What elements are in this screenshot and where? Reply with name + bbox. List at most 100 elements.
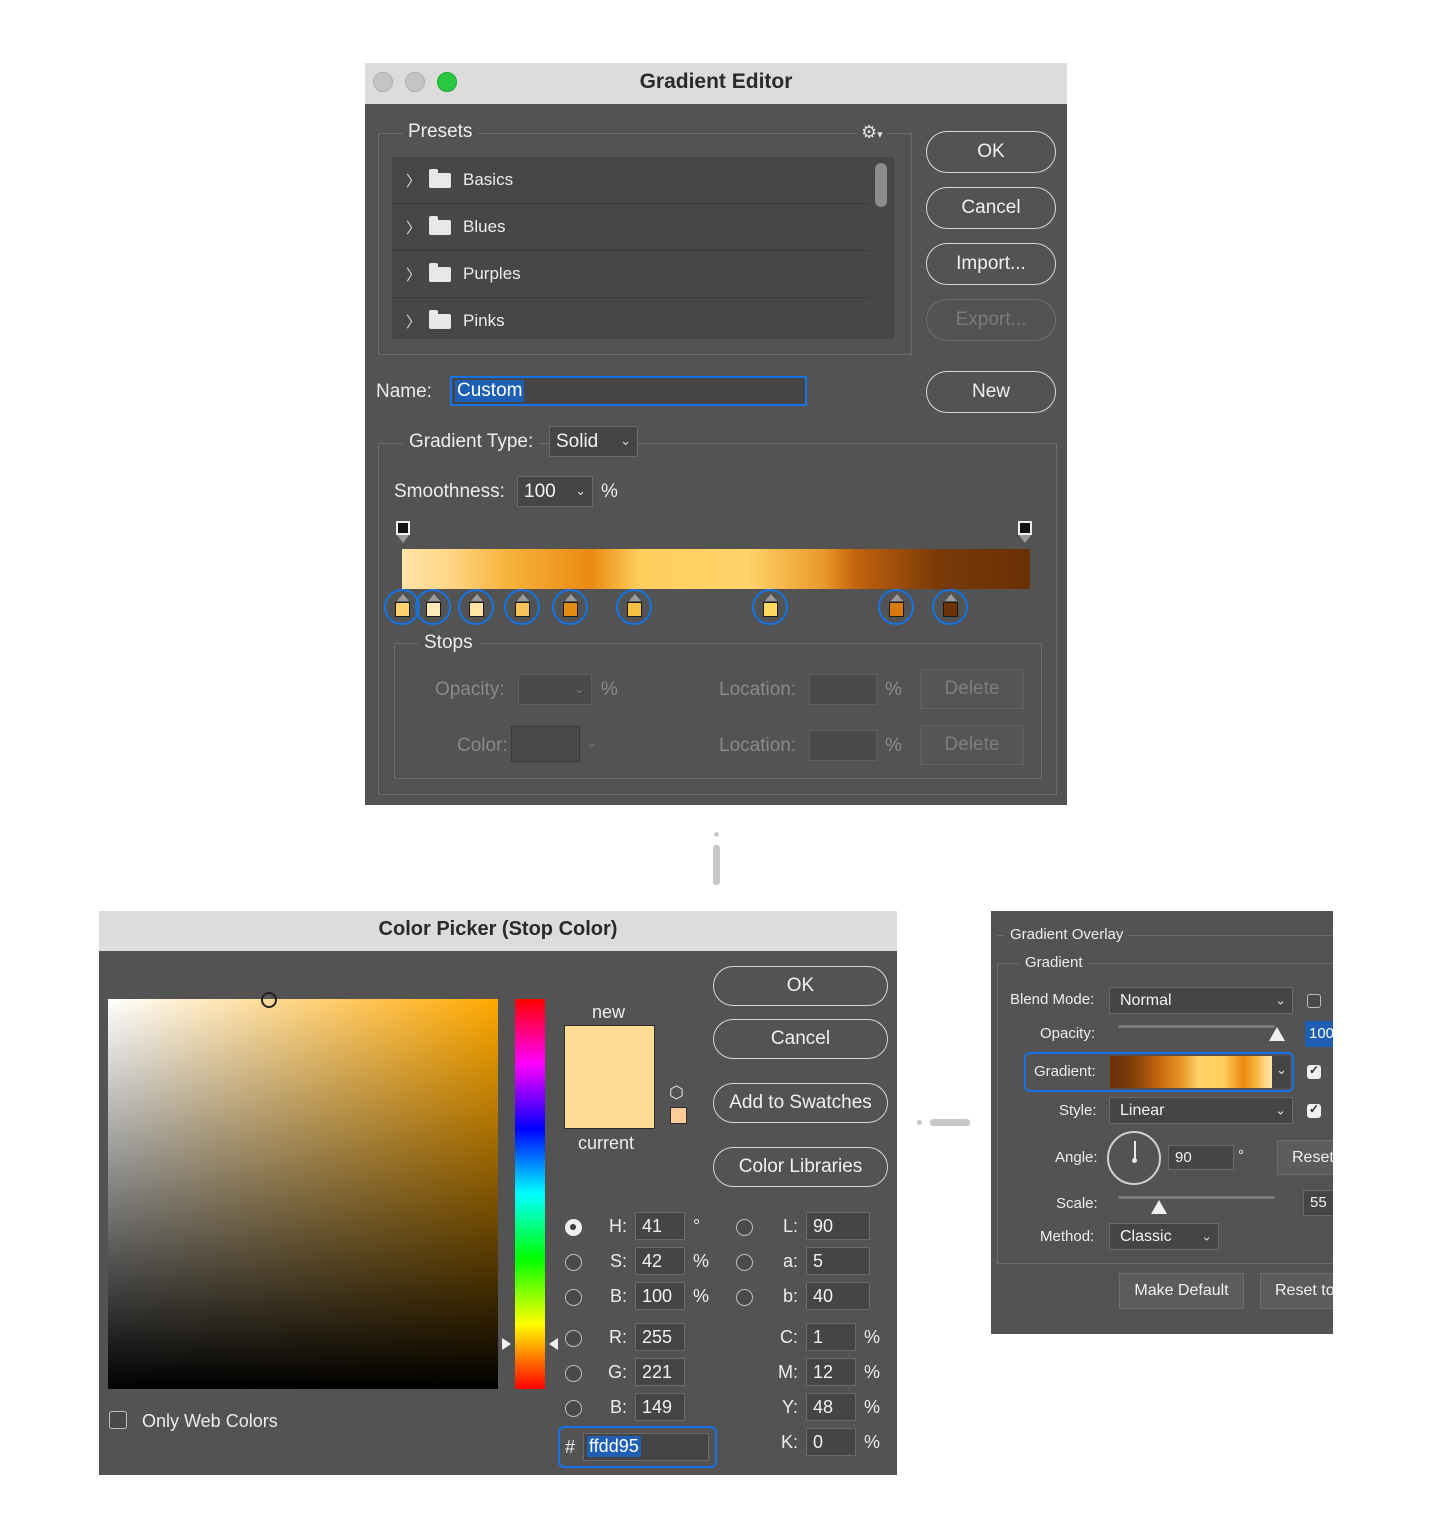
angle-input[interactable]: 90	[1168, 1145, 1234, 1170]
chevron-right-icon[interactable]: 〉	[406, 170, 421, 191]
hsb-label: H:	[609, 1216, 627, 1236]
smoothness-input[interactable]: 100 ⌄	[517, 476, 593, 507]
lab-radio-2[interactable]	[736, 1289, 753, 1306]
blend-mode-select[interactable]: Normal ⌄	[1109, 987, 1293, 1014]
current-color-swatch[interactable]	[564, 1077, 655, 1129]
opacity-input[interactable]: 100	[1305, 1021, 1333, 1047]
hsb-input[interactable]: 41	[635, 1212, 685, 1240]
zoom-button[interactable]	[437, 72, 457, 92]
cmyk-input[interactable]: 1	[806, 1323, 856, 1351]
lab-input[interactable]: 40	[806, 1282, 870, 1310]
minimize-button[interactable]	[405, 72, 425, 92]
stop-swatch	[763, 602, 778, 617]
ok-button[interactable]: OK	[926, 131, 1056, 173]
hue-slider-left-arrow[interactable]	[502, 1338, 511, 1350]
reverse-checkbox[interactable]	[1307, 1063, 1321, 1079]
gradient-dropdown[interactable]: ⌄	[1272, 1056, 1290, 1088]
new-button[interactable]: New	[926, 371, 1056, 413]
rgb-input[interactable]: 255	[635, 1323, 685, 1351]
folder-icon	[429, 215, 452, 235]
close-button[interactable]	[373, 72, 393, 92]
color-stop[interactable]	[458, 589, 494, 625]
opacity-location-input[interactable]	[809, 674, 877, 705]
opacity-stop-right[interactable]	[1018, 521, 1034, 545]
hex-input[interactable]: ffdd95	[583, 1433, 709, 1461]
preset-folder-row[interactable]: 〉 Pinks	[392, 298, 894, 339]
gradient-type-select[interactable]: Solid ⌄	[549, 426, 638, 457]
color-delete-button[interactable]: Delete	[920, 725, 1024, 765]
rgb-input[interactable]: 149	[635, 1393, 685, 1421]
color-stop[interactable]	[616, 589, 652, 625]
lab-input[interactable]: 5	[806, 1247, 870, 1275]
import-button[interactable]: Import...	[926, 243, 1056, 285]
gradient-bar[interactable]	[402, 549, 1030, 589]
lab-radio-0[interactable]	[736, 1219, 753, 1236]
chevron-right-icon[interactable]: 〉	[406, 217, 421, 238]
color-stop[interactable]	[878, 589, 914, 625]
lab-radio-1[interactable]	[736, 1254, 753, 1271]
hue-slider-right-arrow[interactable]	[549, 1338, 558, 1350]
hsb-input[interactable]: 42	[635, 1247, 685, 1275]
color-stop[interactable]	[415, 589, 451, 625]
color-libraries-button[interactable]: Color Libraries	[713, 1147, 888, 1187]
cmyk-label: M:	[778, 1362, 798, 1382]
scale-slider-thumb[interactable]	[1151, 1200, 1167, 1214]
rgb-input[interactable]: 221	[635, 1358, 685, 1386]
presets-scrollbar[interactable]	[868, 157, 894, 339]
color-stop[interactable]	[552, 589, 588, 625]
hsb-radio-1[interactable]	[565, 1254, 582, 1271]
preset-folder-row[interactable]: 〉 Basics	[392, 157, 894, 204]
scale-input[interactable]: 55	[1303, 1190, 1333, 1216]
stop-color-swatch[interactable]	[511, 726, 580, 762]
reset-alignment-button[interactable]: Reset	[1277, 1140, 1333, 1175]
make-default-button[interactable]: Make Default	[1119, 1273, 1244, 1309]
style-select[interactable]: Linear ⌄	[1109, 1097, 1293, 1124]
cmyk-input[interactable]: 12	[806, 1358, 856, 1386]
ok-button[interactable]: OK	[713, 966, 888, 1006]
rgb-radio-2[interactable]	[565, 1400, 582, 1417]
opacity-stop-left[interactable]	[396, 521, 412, 545]
cmyk-input[interactable]: 48	[806, 1393, 856, 1421]
presets-settings-gear-icon[interactable]: ⚙▾	[857, 122, 887, 143]
color-stop[interactable]	[752, 589, 788, 625]
cmyk-input[interactable]: 0	[806, 1428, 856, 1456]
reset-to-default-button[interactable]: Reset to	[1260, 1273, 1333, 1309]
opacity-delete-button[interactable]: Delete	[920, 669, 1024, 709]
hsb-radio-0[interactable]	[565, 1219, 582, 1236]
angle-dial[interactable]	[1107, 1131, 1161, 1185]
hsb-input[interactable]: 100	[635, 1282, 685, 1310]
export-button[interactable]: Export...	[926, 299, 1056, 341]
chevron-right-icon[interactable]: 〉	[406, 264, 421, 285]
hsb-radio-2[interactable]	[565, 1289, 582, 1306]
gradient-preview-swatch[interactable]	[1110, 1056, 1272, 1088]
cancel-button[interactable]: Cancel	[713, 1019, 888, 1059]
preset-folder-row[interactable]: 〉 Blues	[392, 204, 894, 251]
color-field-cursor[interactable]	[261, 992, 277, 1008]
rgb-radio-0[interactable]	[565, 1330, 582, 1347]
dither-checkbox[interactable]	[1307, 994, 1321, 1008]
opacity-slider-track[interactable]	[1118, 1025, 1275, 1028]
out-of-gamut-cube-icon[interactable]: ⬡	[669, 1083, 684, 1103]
align-with-layer-checkbox[interactable]	[1307, 1102, 1321, 1118]
scale-slider-track[interactable]	[1118, 1196, 1275, 1199]
add-to-swatches-button[interactable]: Add to Swatches	[713, 1083, 888, 1123]
name-input[interactable]: Custom	[450, 376, 807, 406]
rgb-radio-1[interactable]	[565, 1365, 582, 1382]
gradient-overlay-title: Gradient Overlay	[1005, 926, 1129, 943]
chevron-down-icon[interactable]: ⌄	[575, 476, 586, 505]
chevron-right-icon[interactable]: 〉	[406, 311, 421, 332]
lab-input[interactable]: 90	[806, 1212, 870, 1240]
color-stop[interactable]	[504, 589, 540, 625]
only-web-colors-checkbox[interactable]	[109, 1411, 127, 1429]
stop-opacity-input[interactable]: ⌄	[518, 674, 592, 705]
opacity-slider-thumb[interactable]	[1269, 1027, 1285, 1041]
scrollbar-thumb[interactable]	[875, 163, 887, 207]
method-select[interactable]: Classic ⌄	[1109, 1223, 1219, 1250]
color-stop[interactable]	[932, 589, 968, 625]
preset-folder-row[interactable]: 〉 Purples	[392, 251, 894, 298]
color-field[interactable]	[108, 999, 498, 1389]
color-location-input[interactable]	[809, 730, 877, 761]
cancel-button[interactable]: Cancel	[926, 187, 1056, 229]
web-safe-swatch[interactable]	[670, 1107, 687, 1124]
hue-slider[interactable]	[515, 999, 545, 1389]
